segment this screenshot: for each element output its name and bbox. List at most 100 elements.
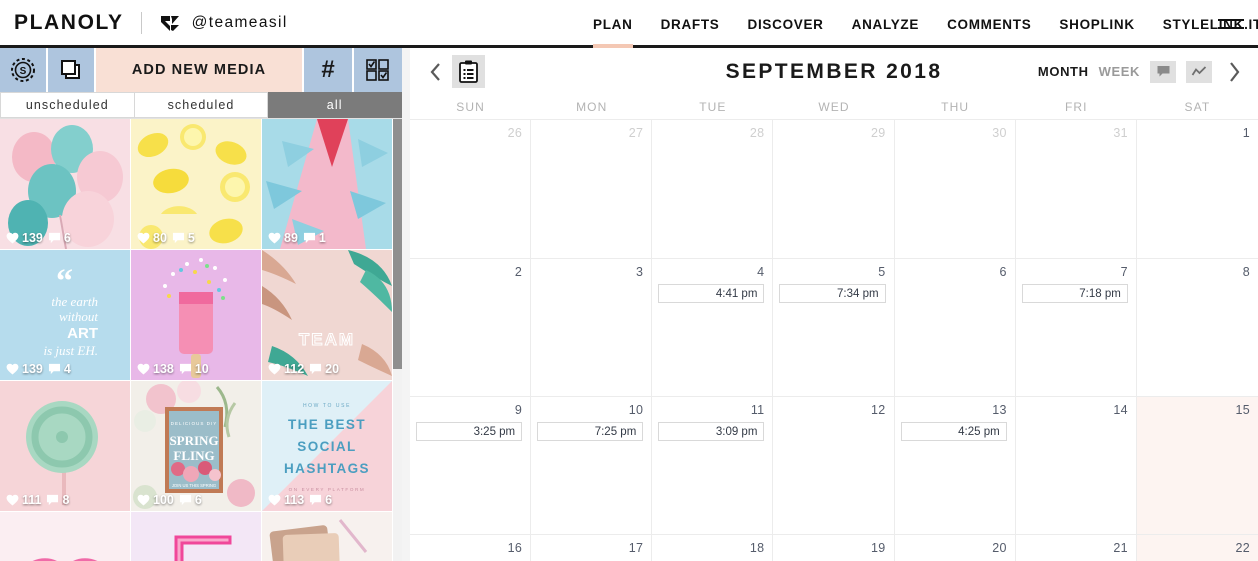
calendar-day-cell[interactable]: 9 3:25 pm — [410, 397, 532, 534]
tab-scheduled[interactable]: scheduled — [134, 92, 269, 118]
chevron-right-icon[interactable] — [1222, 57, 1246, 87]
comment-icon — [179, 494, 191, 506]
team-overlay-text: TEAM — [299, 330, 355, 349]
nav-item-plan[interactable]: PLAN — [593, 0, 633, 48]
like-count: 113 — [284, 493, 305, 507]
calendar-day-cell[interactable]: 3 — [531, 259, 653, 396]
calendar-day-cell[interactable]: 8 — [1137, 259, 1258, 396]
scheduled-post-slot[interactable]: 3:09 pm — [658, 422, 765, 441]
nav-item-comments[interactable]: COMMENTS — [947, 0, 1031, 48]
media-grid: 139 6 80 5 89 1 “ the earth without ART … — [0, 119, 402, 561]
comment-bubble-button[interactable] — [1150, 60, 1176, 83]
calendar-day-cell[interactable]: 19 — [773, 535, 895, 561]
media-grid-scroll-area[interactable]: 139 6 80 5 89 1 “ the earth without ART … — [0, 119, 402, 561]
calendar-day-cell[interactable]: 10 7:25 pm — [531, 397, 653, 534]
scheduled-post-slot[interactable]: 3:25 pm — [416, 422, 523, 441]
media-stats: 113 6 — [268, 493, 332, 507]
media-item[interactable]: HOW TO USE THE BEST SOCIAL HASHTAGS ON E… — [262, 381, 392, 511]
media-stats: 89 1 — [268, 231, 326, 245]
brand-divider — [140, 11, 142, 34]
media-item[interactable]: 139 6 — [0, 119, 130, 249]
calendar-day-cell[interactable]: 4 4:41 pm — [652, 259, 774, 396]
calendar-day-cell[interactable]: 1 — [1137, 120, 1258, 258]
media-item[interactable] — [131, 512, 261, 561]
calendar-day-cell[interactable]: 20 — [895, 535, 1016, 561]
view-toggle-month[interactable]: MONTH — [1038, 64, 1089, 79]
day-number: 18 — [749, 541, 765, 555]
calendar-day-cell-today[interactable]: 15 — [1136, 397, 1258, 534]
calendar-day-cell[interactable]: 11 3:09 pm — [652, 397, 774, 534]
calendar-weeks: 26 27 28 29 30 31 1 2 3 4 4:41 pm 5 7:34… — [410, 120, 1258, 561]
day-number: 1 — [1242, 126, 1250, 140]
calendar-day-cell[interactable]: 30 — [895, 120, 1016, 258]
day-header-thu: THU — [941, 100, 970, 114]
calendar-day-cell[interactable]: 31 — [1016, 120, 1137, 258]
media-item[interactable]: 138 10 — [131, 250, 261, 380]
calendar-panel: SEPTEMBER 2018 MONTH WEEK SUN MON TUE WE… — [410, 48, 1258, 561]
multi-select-grid-icon[interactable] — [354, 48, 402, 92]
svg-text:DELICIOUS DIY: DELICIOUS DIY — [171, 421, 218, 426]
view-toggle-week[interactable]: WEEK — [1099, 64, 1140, 79]
nav-item-drafts[interactable]: DRAFTS — [661, 0, 720, 48]
hamburger-menu-icon[interactable] — [1218, 14, 1244, 34]
calendar-day-cell[interactable]: 16 — [410, 535, 532, 561]
day-header-wed: WED — [818, 100, 850, 114]
clipboard-list-button[interactable] — [452, 55, 485, 88]
calendar-day-cell[interactable]: 26 — [410, 120, 532, 258]
calendar-controls: MONTH WEEK — [1038, 57, 1246, 87]
calendar-day-cell[interactable]: 28 — [652, 120, 774, 258]
scheduled-post-slot[interactable]: 7:34 pm — [779, 284, 886, 303]
media-item[interactable]: 111 8 — [0, 381, 130, 511]
media-item[interactable] — [0, 512, 130, 561]
quote-line-2: without — [59, 309, 98, 324]
media-scrollbar-track[interactable] — [393, 119, 402, 561]
tab-unscheduled[interactable]: unscheduled — [0, 92, 135, 118]
media-thumbnail: DELICIOUS DIY SPRING FLING JOIN US THIS … — [131, 381, 261, 511]
calendar-day-cell[interactable]: 2 — [410, 259, 532, 396]
chevron-left-icon[interactable] — [424, 57, 446, 87]
media-item[interactable]: 89 1 — [262, 119, 392, 249]
calendar-day-cell[interactable]: 29 — [773, 120, 895, 258]
tab-all[interactable]: all — [268, 92, 403, 118]
media-item[interactable]: TEAM 112 20 — [262, 250, 392, 380]
add-new-media-button[interactable]: ADD NEW MEDIA — [96, 48, 304, 92]
scheduled-post-slot[interactable]: 4:41 pm — [658, 284, 765, 303]
analytics-chart-button[interactable] — [1186, 60, 1212, 83]
nav-item-shoplink[interactable]: SHOPLINK — [1059, 0, 1134, 48]
calendar-day-cell[interactable]: 13 4:25 pm — [895, 397, 1016, 534]
calendar-day-cell[interactable]: 21 — [1016, 535, 1137, 561]
account-handle[interactable]: @teameasil — [192, 14, 288, 32]
calendar-day-cell[interactable]: 14 — [1016, 397, 1137, 534]
scheduled-post-slot[interactable]: 7:18 pm — [1021, 284, 1128, 303]
day-number: 14 — [1113, 403, 1128, 417]
calendar-day-cell[interactable]: 7 7:18 pm — [1016, 259, 1137, 396]
comment-count: 6 — [194, 493, 202, 507]
calendar-day-cell[interactable]: 22 — [1136, 535, 1258, 561]
day-number: 11 — [750, 403, 765, 417]
media-item[interactable]: 80 5 — [131, 119, 261, 249]
line-chart-icon — [1191, 66, 1207, 76]
hashtag-kicker: HOW TO USE — [303, 403, 351, 409]
media-item[interactable]: “ the earth without ART is just EH. 139 … — [0, 250, 130, 380]
like-count: 138 — [153, 362, 174, 376]
media-stats: 139 4 — [6, 362, 71, 376]
stacked-squares-icon[interactable] — [48, 48, 96, 92]
calendar-day-cell[interactable]: 12 — [773, 397, 895, 534]
calendar-day-cell[interactable]: 17 — [531, 535, 653, 561]
calendar-day-cell[interactable]: 6 — [895, 259, 1016, 396]
hashtag-button[interactable]: # — [304, 48, 354, 92]
media-thumbnail — [0, 512, 130, 561]
nav-item-discover[interactable]: DISCOVER — [748, 0, 824, 48]
media-scrollbar-thumb[interactable] — [393, 119, 402, 369]
calendar-day-cell[interactable]: 27 — [531, 120, 653, 258]
scheduled-post-slot[interactable]: 4:25 pm — [900, 422, 1007, 441]
stories-circle-s-icon[interactable]: S — [0, 48, 48, 92]
media-item[interactable]: DELICIOUS DIY SPRING FLING JOIN US THIS … — [131, 381, 261, 511]
nav-item-analyze[interactable]: ANALYZE — [852, 0, 919, 48]
media-item[interactable]: NEW BLOG POST — [262, 512, 392, 561]
calendar-day-cell[interactable]: 18 — [652, 535, 774, 561]
app-logo-text[interactable]: PLANOLY — [14, 11, 124, 35]
calendar-day-cell[interactable]: 5 7:34 pm — [773, 259, 895, 396]
scheduled-post-slot[interactable]: 7:25 pm — [537, 422, 644, 441]
media-thumbnail — [262, 119, 392, 249]
